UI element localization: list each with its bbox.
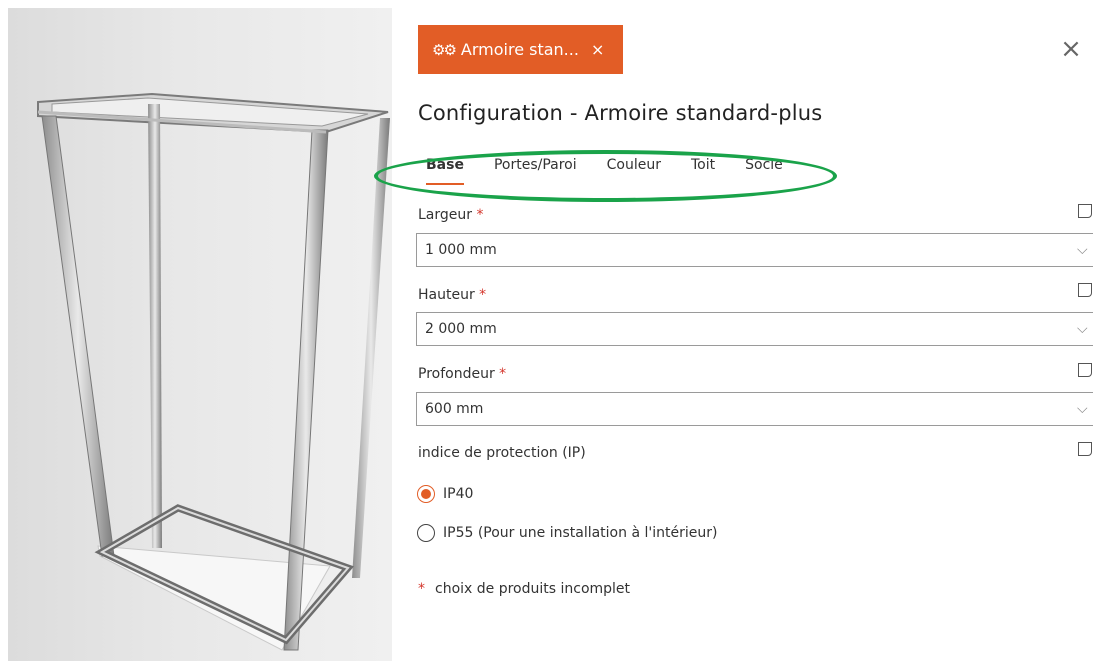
3d-viewer[interactable] [8, 8, 392, 661]
hauteur-select[interactable]: 2 000 mm ⌵ [416, 312, 1093, 346]
chevron-down-icon: ⌵ [1077, 321, 1088, 337]
radio-ip55[interactable]: IP55 (Pour une installation à l'intérieu… [417, 524, 717, 542]
profondeur-value: 600 mm [425, 401, 484, 417]
radio-button-checked[interactable] [417, 485, 435, 503]
product-chip[interactable]: ⚙⚙ Armoire stan... × [418, 25, 623, 74]
radio-label: IP55 (Pour une installation à l'intérieu… [443, 525, 718, 541]
tab-socle[interactable]: Socle [745, 157, 783, 179]
largeur-label: Largeur * [418, 207, 484, 223]
page-title: Configuration - Armoire standard-plus [418, 101, 823, 125]
chevron-down-icon: ⌵ [1077, 401, 1088, 417]
note-icon[interactable] [1078, 442, 1092, 456]
hauteur-value: 2 000 mm [425, 321, 497, 337]
largeur-value: 1 000 mm [425, 242, 497, 258]
note-icon[interactable] [1078, 204, 1092, 218]
configuration-panel: ⚙⚙ Armoire stan... × × Configuration - A… [374, 0, 1093, 661]
ip-label: indice de protection (IP) [418, 445, 586, 461]
chevron-down-icon: ⌵ [1077, 242, 1088, 258]
close-icon[interactable]: × [1056, 34, 1086, 64]
radio-ip40[interactable]: IP40 [417, 485, 473, 503]
tab-portes-paroi[interactable]: Portes/Paroi [494, 157, 577, 179]
tab-bar: Base Portes/Paroi Couleur Toit Socle [426, 157, 813, 185]
tab-toit[interactable]: Toit [691, 157, 715, 179]
gears-icon: ⚙⚙ [432, 40, 457, 59]
chip-close-icon[interactable]: × [591, 40, 604, 59]
tab-base[interactable]: Base [426, 157, 464, 185]
profondeur-select[interactable]: 600 mm ⌵ [416, 392, 1093, 426]
product-chip-label: Armoire stan... [460, 40, 579, 59]
largeur-select[interactable]: 1 000 mm ⌵ [416, 233, 1093, 267]
hauteur-label: Hauteur * [418, 287, 487, 303]
radio-button[interactable] [417, 524, 435, 542]
cabinet-frame-render [37, 92, 390, 651]
note-icon[interactable] [1078, 283, 1092, 297]
incomplete-footnote: * choix de produits incomplet [418, 581, 631, 597]
tab-couleur[interactable]: Couleur [607, 157, 661, 179]
radio-label: IP40 [443, 486, 474, 502]
note-icon[interactable] [1078, 363, 1092, 377]
profondeur-label: Profondeur * [418, 366, 507, 382]
